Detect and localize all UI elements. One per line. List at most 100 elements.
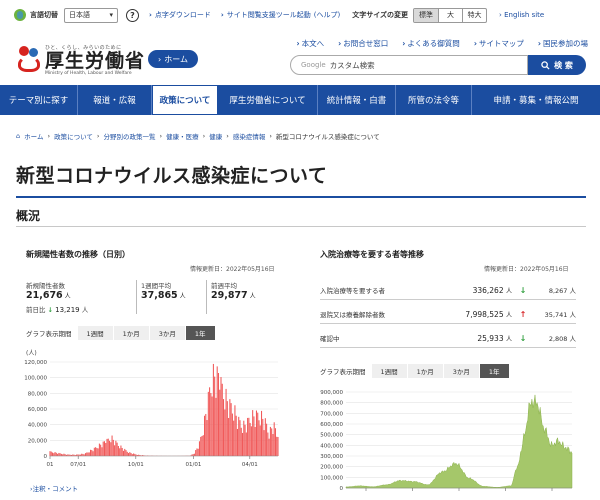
nav-item-applications[interactable]: 申請・募集・情報公開 bbox=[472, 85, 600, 115]
search-button[interactable]: 検 索 bbox=[528, 55, 586, 75]
search-input[interactable]: Google カスタム検索 bbox=[290, 55, 528, 75]
notes-label: 注釈・コメント bbox=[32, 485, 79, 493]
language-select[interactable]: 日本語 ▾ bbox=[64, 7, 118, 23]
right-period-1week[interactable]: 1週間 bbox=[371, 364, 408, 378]
bar bbox=[59, 453, 61, 456]
breadcrumb-field-policies[interactable]: 分野別の政策一覧 bbox=[103, 131, 155, 141]
bar bbox=[50, 451, 52, 456]
breadcrumb-infection-info[interactable]: 感染症情報 bbox=[233, 131, 266, 141]
nav-item-policy[interactable]: 政策について bbox=[152, 85, 218, 115]
font-size-large-button[interactable]: 大 bbox=[438, 8, 462, 22]
bar bbox=[102, 441, 104, 456]
font-size-standard-button[interactable]: 標準 bbox=[414, 8, 439, 22]
bar bbox=[272, 434, 274, 456]
bar bbox=[210, 393, 212, 456]
language-label: 言語切替 bbox=[30, 11, 58, 19]
right-period-3months[interactable]: 3か月 bbox=[443, 364, 480, 378]
bar bbox=[273, 422, 275, 456]
bar bbox=[206, 420, 208, 456]
row-label: 退院又は療養解除者数 bbox=[320, 311, 385, 319]
skip-to-content-link[interactable]: › 本文へ bbox=[297, 38, 325, 49]
braille-download-link[interactable]: › 点字ダウンロード bbox=[149, 10, 211, 20]
public-participation-link[interactable]: › 国民参加の場 bbox=[538, 38, 588, 49]
bar bbox=[235, 415, 237, 456]
bar bbox=[214, 376, 216, 456]
english-site-link[interactable]: › English site bbox=[499, 11, 544, 19]
bar bbox=[228, 417, 230, 456]
arrow-right-icon: › bbox=[220, 11, 224, 19]
bar bbox=[129, 452, 131, 456]
bar bbox=[247, 417, 249, 456]
logo-name: 厚生労働省 bbox=[45, 50, 146, 72]
nav-item-about[interactable]: 厚生労働省について bbox=[218, 85, 318, 115]
left-period-selector: グラフ表示期間 1週間 1か月 3か月 1年 bbox=[26, 326, 216, 340]
bar bbox=[252, 410, 254, 456]
left-period-1week[interactable]: 1週間 bbox=[77, 326, 114, 340]
bar bbox=[240, 427, 242, 456]
bar bbox=[233, 420, 235, 456]
bar bbox=[130, 453, 132, 456]
y-tick-label: 200,000 bbox=[320, 465, 343, 471]
bar bbox=[264, 418, 266, 456]
bar bbox=[242, 432, 244, 456]
bar bbox=[209, 387, 211, 456]
faq-link[interactable]: › よくある御質問 bbox=[402, 38, 460, 49]
breadcrumb-home[interactable]: ホーム bbox=[24, 131, 43, 141]
bar bbox=[244, 424, 246, 456]
accessibility-tool-link[interactable]: › サイト閲覧支援ツール起動 bbox=[221, 10, 311, 20]
nav-item-press[interactable]: 報道・広報 bbox=[78, 85, 152, 115]
section-rule bbox=[16, 226, 586, 227]
arrow-right-icon: › bbox=[149, 11, 152, 19]
bar bbox=[271, 428, 273, 456]
bar bbox=[238, 416, 240, 456]
bar bbox=[115, 440, 117, 456]
y-tick-label: 800,000 bbox=[320, 401, 343, 407]
bar bbox=[84, 453, 86, 456]
bar bbox=[224, 409, 226, 456]
nav-item-themes[interactable]: テーマ別に探す bbox=[0, 85, 78, 115]
bar bbox=[217, 373, 219, 456]
bar bbox=[266, 423, 268, 456]
bar bbox=[121, 447, 123, 456]
font-size-xlarge-button[interactable]: 特大 bbox=[462, 8, 486, 22]
bar bbox=[243, 420, 245, 456]
bar bbox=[225, 388, 227, 456]
row-change: 2,808 人 bbox=[548, 335, 576, 343]
tool-help-link[interactable]: (ヘルプ) bbox=[314, 10, 340, 20]
home-button[interactable]: › ホーム bbox=[148, 50, 198, 68]
bar bbox=[211, 396, 213, 456]
help-button[interactable]: ? bbox=[126, 8, 139, 22]
bar bbox=[245, 432, 247, 456]
contact-link[interactable]: › お問合せ窓口 bbox=[338, 38, 388, 49]
left-period-1month[interactable]: 1か月 bbox=[113, 326, 150, 340]
nav-item-laws[interactable]: 所管の法令等 bbox=[396, 85, 472, 115]
y-tick-label: 900,000 bbox=[320, 390, 343, 396]
bar bbox=[249, 422, 251, 456]
bar bbox=[86, 452, 88, 456]
positive-cases-updated: 情報更新日：2022年05月16日 bbox=[190, 266, 275, 273]
sitemap-link[interactable]: › サイトマップ bbox=[474, 38, 524, 49]
bar bbox=[110, 442, 112, 456]
right-period-1year[interactable]: 1年 bbox=[479, 364, 510, 378]
google-label: Google bbox=[301, 61, 326, 69]
right-period-1month[interactable]: 1か月 bbox=[407, 364, 444, 378]
bar bbox=[92, 451, 94, 456]
left-period-1year[interactable]: 1年 bbox=[185, 326, 216, 340]
table-row: 入院治療等を要する者 336,262 人 ↓ 8,267 人 bbox=[320, 281, 576, 300]
bar bbox=[205, 413, 207, 456]
notes-link[interactable]: ›注釈・コメント bbox=[30, 483, 78, 493]
y-tick-label: 60,000 bbox=[28, 407, 48, 413]
bar bbox=[263, 430, 265, 456]
nav-item-statistics[interactable]: 統計情報・白書 bbox=[318, 85, 396, 115]
y-tick-label: 700,000 bbox=[320, 411, 343, 417]
breadcrumb-health[interactable]: 健康 bbox=[209, 131, 222, 141]
breadcrumb-health-medical[interactable]: 健康・医療 bbox=[166, 131, 199, 141]
x-tick-label: 01 bbox=[47, 462, 54, 468]
left-period-3months[interactable]: 3か月 bbox=[149, 326, 186, 340]
bar bbox=[103, 441, 105, 456]
bar bbox=[120, 445, 122, 456]
site-logo[interactable]: ひと、くらし、みらいのために 厚生労働省 Ministry of Health,… bbox=[16, 44, 145, 76]
breadcrumb-policy[interactable]: 政策について bbox=[54, 131, 93, 141]
bar bbox=[255, 410, 257, 456]
bar bbox=[95, 447, 97, 456]
